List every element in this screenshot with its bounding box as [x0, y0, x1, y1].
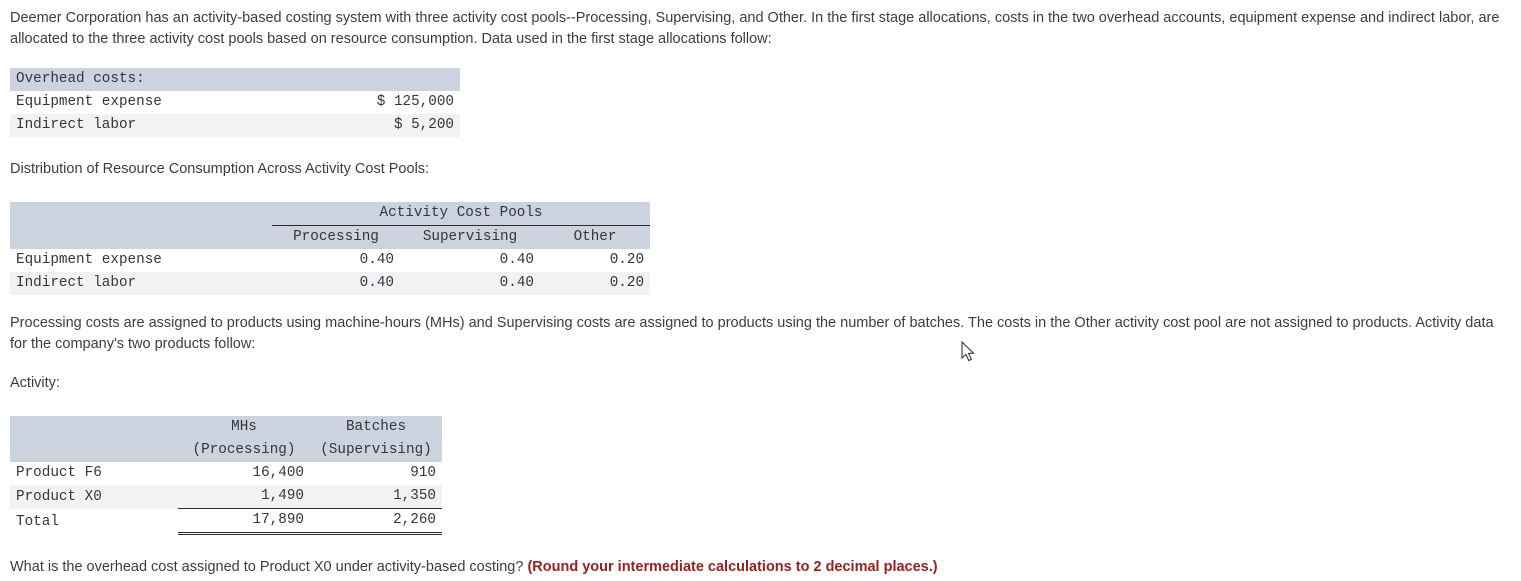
- activity-cost-pools-header: Activity Cost Pools: [272, 202, 651, 226]
- column-subheader-processing: (Processing): [192, 442, 296, 458]
- total-label: Total: [16, 513, 59, 530]
- problem-page: Deemer Corporation has an activity-based…: [0, 0, 1521, 578]
- total-mhs: 17,890: [178, 508, 310, 535]
- column-header-processing: Processing: [293, 229, 379, 245]
- cell-other: 0.20: [609, 275, 645, 291]
- row-label: Product F6: [16, 465, 102, 481]
- question-text: What is the overhead cost assigned to Pr…: [10, 559, 528, 575]
- cell-batches: 910: [410, 465, 436, 481]
- cell-mhs: 1,490: [261, 488, 304, 504]
- column-header-blank: [10, 416, 178, 439]
- table-header-row: Overhead costs:: [10, 68, 460, 91]
- table-span-header-row: Activity Cost Pools: [10, 202, 651, 226]
- assignment-paragraph: Processing costs are assigned to product…: [10, 315, 1494, 352]
- overhead-costs-table: Overhead costs: Equipment expense $ 125,…: [10, 68, 460, 137]
- cell-batches: 1,350: [393, 488, 436, 504]
- intro-paragraph: Deemer Corporation has an activity-based…: [10, 10, 1500, 47]
- row-value: $ 125,000: [376, 94, 454, 110]
- span-header-blank: [10, 202, 272, 226]
- row-label: Equipment expense: [16, 94, 162, 110]
- table-header-row-line1: MHs Batches: [10, 416, 442, 439]
- column-header-blank: [10, 226, 272, 250]
- column-header-mhs: MHs: [231, 419, 257, 435]
- activity-caption: Activity:: [10, 375, 60, 391]
- distribution-caption: Distribution of Resource Consumption Acr…: [10, 161, 430, 177]
- row-label: Indirect labor: [16, 275, 137, 291]
- table-row: Product F6 16,400 910: [10, 462, 442, 485]
- total-batches: 2,260: [310, 508, 442, 535]
- overhead-table-title-spacer: [310, 68, 460, 91]
- table-row: Indirect labor $ 5,200: [10, 114, 460, 137]
- activity-table: MHs Batches (Processing) (Supervising) P…: [10, 416, 442, 535]
- table-row: Equipment expense 0.40 0.40 0.20: [10, 249, 651, 272]
- cell-mhs: 16,400: [252, 465, 304, 481]
- table-row: Indirect labor 0.40 0.40 0.20: [10, 272, 651, 295]
- row-label: Equipment expense: [16, 252, 162, 268]
- cell-processing: 0.40: [359, 275, 394, 291]
- cell-supervising: 0.40: [499, 252, 534, 268]
- column-subheader-blank: [10, 439, 178, 462]
- row-value: $ 5,200: [393, 117, 454, 133]
- cell-processing: 0.40: [359, 252, 394, 268]
- row-label: Product X0: [16, 488, 102, 505]
- table-header-row-line2: (Processing) (Supervising): [10, 439, 442, 462]
- table-header-row: Processing Supervising Other: [10, 225, 651, 250]
- cell-other: 0.20: [609, 252, 645, 268]
- column-subheader-supervising: (Supervising): [320, 442, 432, 458]
- column-header-supervising: Supervising: [422, 229, 518, 245]
- table-total-row: Total 17,890 2,260: [10, 508, 442, 535]
- row-label: Indirect labor: [16, 117, 137, 133]
- cell-supervising: 0.40: [499, 275, 534, 291]
- table-row: Equipment expense $ 125,000: [10, 91, 460, 114]
- question-line: What is the overhead cost assigned to Pr…: [10, 557, 1510, 578]
- column-header-batches: Batches: [345, 419, 407, 435]
- column-header-other: Other: [573, 229, 617, 245]
- overhead-table-title: Overhead costs:: [16, 71, 145, 87]
- table-row: Product X0 1,490 1,350: [10, 485, 442, 509]
- question-emphasis: (Round your intermediate calculations to…: [527, 559, 938, 575]
- distribution-table: Activity Cost Pools Processing Supervisi…: [10, 202, 651, 295]
